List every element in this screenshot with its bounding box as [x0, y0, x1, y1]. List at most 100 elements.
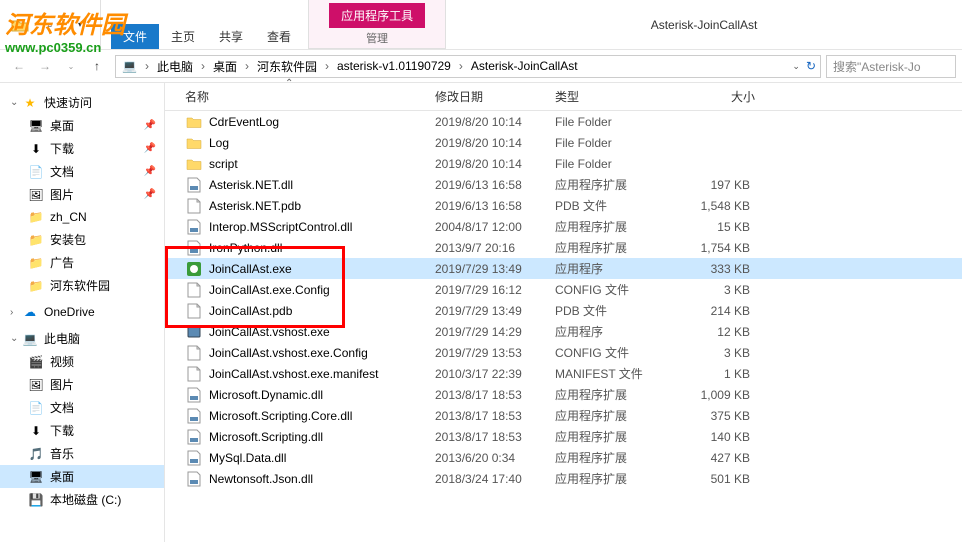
file-icon: [185, 345, 203, 361]
file-type: 应用程序扩展: [555, 449, 675, 466]
sidebar: ⌄ ★ 快速访问 🖥桌面📌⬇下载📌📄文档📌🖼图片📌📁zh_CN📁安装包📁广告📁河…: [0, 83, 165, 542]
file-date: 2019/7/29 14:29: [435, 325, 555, 339]
file-date: 2013/8/17 18:53: [435, 430, 555, 444]
file-type: PDB 文件: [555, 302, 675, 319]
sidebar-thispc[interactable]: ⌄ 💻 此电脑: [0, 327, 164, 350]
sidebar-quick-access[interactable]: ⌄ ★ 快速访问: [0, 91, 164, 114]
search-input[interactable]: 搜索"Asterisk-Jo: [826, 55, 956, 78]
file-row[interactable]: Asterisk.NET.dll2019/6/13 16:58应用程序扩展197…: [165, 174, 962, 195]
folder-icon: [185, 156, 203, 172]
sidebar-item-河东软件园[interactable]: 📁河东软件园: [0, 274, 164, 297]
sidebar-item-桌面[interactable]: 🖥桌面: [0, 465, 164, 488]
tab-file[interactable]: 文件: [111, 24, 159, 49]
file-name: Microsoft.Dynamic.dll: [209, 388, 435, 402]
file-icon: [185, 366, 203, 382]
file-row[interactable]: Microsoft.Scripting.dll2013/8/17 18:53应用…: [165, 426, 962, 447]
col-date[interactable]: 修改日期: [435, 88, 555, 105]
cloud-icon: ☁: [22, 304, 38, 320]
folder-icon: 📁: [28, 232, 44, 248]
file-row[interactable]: Microsoft.Scripting.Core.dll2013/8/17 18…: [165, 405, 962, 426]
sidebar-item-本地磁盘 (C:)[interactable]: 💾本地磁盘 (C:): [0, 488, 164, 511]
file-name: JoinCallAst.exe: [209, 262, 435, 276]
sidebar-item-下载[interactable]: ⬇下载📌: [0, 137, 164, 160]
file-date: 2019/6/13 16:58: [435, 199, 555, 213]
sidebar-item-文档[interactable]: 📄文档📌: [0, 160, 164, 183]
file-row[interactable]: MySql.Data.dll2013/6/20 0:34应用程序扩展427 KB: [165, 447, 962, 468]
file-row[interactable]: IronPython.dll2013/9/7 20:16应用程序扩展1,754 …: [165, 237, 962, 258]
tab-view[interactable]: 查看: [255, 24, 303, 49]
tab-home[interactable]: 主页: [159, 24, 207, 49]
file-name: JoinCallAst.vshost.exe.Config: [209, 346, 435, 360]
file-name: IronPython.dll: [209, 241, 435, 255]
file-size: 15 KB: [675, 220, 750, 234]
col-type[interactable]: 类型: [555, 88, 675, 105]
sidebar-item-图片[interactable]: 🖼图片: [0, 373, 164, 396]
refresh-icon[interactable]: ↻: [806, 59, 816, 73]
tab-tools[interactable]: 应用程序工具: [329, 3, 425, 28]
up-button[interactable]: ↑: [84, 53, 110, 79]
sidebar-item-广告[interactable]: 📁广告: [0, 251, 164, 274]
back-button[interactable]: ←: [6, 53, 32, 79]
file-row[interactable]: JoinCallAst.pdb2019/7/29 13:49PDB 文件214 …: [165, 300, 962, 321]
file-name: Asterisk.NET.pdb: [209, 199, 435, 213]
sidebar-item-视频[interactable]: 🎬视频: [0, 350, 164, 373]
file-row[interactable]: Microsoft.Dynamic.dll2013/8/17 18:53应用程序…: [165, 384, 962, 405]
select-icon[interactable]: ▫: [38, 13, 62, 37]
dll-icon: [185, 219, 203, 235]
bc-item[interactable]: asterisk-v1.01190729: [331, 56, 457, 77]
sidebar-item-zh_CN[interactable]: 📁zh_CN: [0, 206, 164, 228]
dll-icon: [185, 387, 203, 403]
file-size: 333 KB: [675, 262, 750, 276]
file-row[interactable]: Asterisk.NET.pdb2019/6/13 16:58PDB 文件1,5…: [165, 195, 962, 216]
sidebar-item-安装包[interactable]: 📁安装包: [0, 228, 164, 251]
file-row[interactable]: JoinCallAst.exe2019/7/29 13:49应用程序333 KB: [165, 258, 962, 279]
sidebar-onedrive[interactable]: › ☁ OneDrive: [0, 301, 164, 323]
file-type: 应用程序: [555, 323, 675, 340]
file-row[interactable]: JoinCallAst.vshost.exe.manifest2010/3/17…: [165, 363, 962, 384]
file-date: 2019/6/13 16:58: [435, 178, 555, 192]
file-name: script: [209, 157, 435, 171]
file-type: 应用程序扩展: [555, 176, 675, 193]
tab-manage[interactable]: 管理: [366, 30, 388, 46]
file-row[interactable]: JoinCallAst.exe.Config2019/7/29 16:12CON…: [165, 279, 962, 300]
file-row[interactable]: CdrEventLog2019/8/20 10:14File Folder: [165, 111, 962, 132]
nav-bar: ← → ⌄ ↑ 💻 › 此电脑 › 桌面 › 河东软件园 › asterisk-…: [0, 50, 962, 83]
col-name[interactable]: 名称⌃: [185, 88, 435, 105]
folder-icon: [8, 13, 32, 37]
col-size[interactable]: 大小: [675, 88, 755, 105]
file-row[interactable]: script2019/8/20 10:14File Folder: [165, 153, 962, 174]
file-date: 2004/8/17 12:00: [435, 220, 555, 234]
file-row[interactable]: Newtonsoft.Json.dll2018/3/24 17:40应用程序扩展…: [165, 468, 962, 489]
bc-item[interactable]: 此电脑: [151, 56, 199, 77]
file-name: Newtonsoft.Json.dll: [209, 472, 435, 486]
file-row[interactable]: Interop.MSScriptControl.dll2004/8/17 12:…: [165, 216, 962, 237]
file-icon: [185, 282, 203, 298]
file-size: 3 KB: [675, 346, 750, 360]
file-size: 197 KB: [675, 178, 750, 192]
recent-dropdown[interactable]: ⌄: [58, 53, 84, 79]
bc-item[interactable]: 桌面: [207, 56, 243, 77]
chevron-down-icon: ⌄: [10, 333, 22, 344]
dropdown-icon[interactable]: ⌄: [792, 61, 800, 72]
file-size: 3 KB: [675, 283, 750, 297]
file-icon: [185, 303, 203, 319]
chevron-right-icon: ›: [143, 59, 151, 73]
file-size: 1,009 KB: [675, 388, 750, 402]
sidebar-item-图片[interactable]: 🖼图片📌: [0, 183, 164, 206]
file-row[interactable]: JoinCallAst.vshost.exe.Config2019/7/29 1…: [165, 342, 962, 363]
file-date: 2019/7/29 13:49: [435, 262, 555, 276]
file-size: 427 KB: [675, 451, 750, 465]
sidebar-item-文档[interactable]: 📄文档: [0, 396, 164, 419]
file-type: File Folder: [555, 115, 675, 129]
tab-share[interactable]: 共享: [207, 24, 255, 49]
sidebar-item-下载[interactable]: ⬇下载: [0, 419, 164, 442]
sidebar-item-桌面[interactable]: 🖥桌面📌: [0, 114, 164, 137]
dropdown-icon[interactable]: ▾: [68, 13, 92, 37]
bc-pc-icon[interactable]: 💻: [116, 56, 143, 77]
breadcrumb[interactable]: 💻 › 此电脑 › 桌面 › 河东软件园 › asterisk-v1.01190…: [115, 55, 821, 78]
bc-item[interactable]: 河东软件园: [251, 56, 323, 77]
file-row[interactable]: Log2019/8/20 10:14File Folder: [165, 132, 962, 153]
sidebar-item-音乐[interactable]: 🎵音乐: [0, 442, 164, 465]
file-row[interactable]: JoinCallAst.vshost.exe2019/7/29 14:29应用程…: [165, 321, 962, 342]
bc-item[interactable]: Asterisk-JoinCallAst: [465, 56, 584, 77]
